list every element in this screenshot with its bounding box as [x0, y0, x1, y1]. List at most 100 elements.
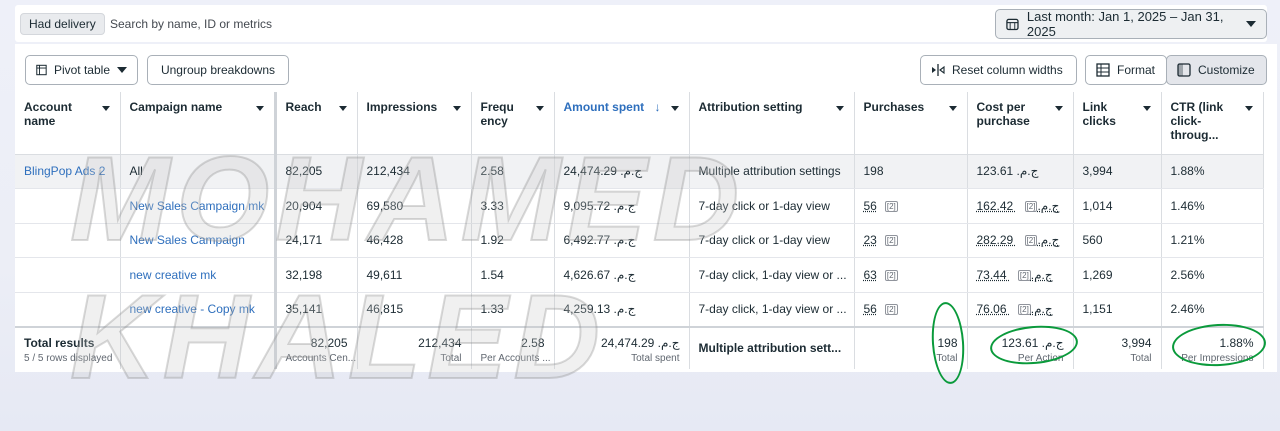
amount-spent-cell: 9,095.72 ج.م.‏: [554, 188, 690, 224]
chevron-down-icon[interactable]: [1244, 106, 1253, 111]
reach-cell: 20,904: [275, 188, 358, 224]
totals-empty-cell: [120, 325, 277, 369]
cost-per-purchase-value[interactable]: 73.44 ج.م.‏: [977, 268, 1053, 282]
ungroup-breakdowns-label: Ungroup breakdowns: [160, 63, 276, 77]
ctr-cell: 1.21%: [1161, 223, 1264, 258]
chevron-down-icon[interactable]: [452, 106, 461, 111]
column-header-amount-spent[interactable]: Amount spent ↓: [554, 92, 690, 155]
total-purchases: 198 Total: [854, 325, 968, 369]
chevron-down-icon[interactable]: [535, 106, 544, 111]
reach-cell: 35,141: [275, 292, 358, 327]
table-row[interactable]: new creative - Copy mk 35,141 46,815 1.3…: [15, 292, 1264, 327]
column-header-impressions[interactable]: Impressions: [357, 92, 472, 155]
column-header-reach[interactable]: Reach: [275, 92, 358, 155]
purchases-cell[interactable]: 23 [2]: [854, 223, 968, 258]
purchases-value[interactable]: 23: [864, 233, 877, 247]
attribution-count-badge: [2]: [884, 269, 898, 281]
column-header-purchases[interactable]: Purchases: [854, 92, 968, 155]
total-reach-caption: Accounts Cen...: [285, 352, 357, 364]
chevron-down-icon[interactable]: [835, 106, 844, 111]
column-header-account-name[interactable]: Account name: [15, 92, 121, 155]
attribution-count-badge: [2]: [1017, 269, 1031, 281]
chevron-down-icon: [117, 67, 127, 73]
pivot-table-icon: [36, 64, 47, 76]
cost-per-purchase-cell[interactable]: 162.42 ج.م.‏[2]: [967, 188, 1074, 224]
amount-spent-cell: 24,474.29 ج.م.‏: [554, 154, 690, 189]
chevron-down-icon[interactable]: [101, 106, 110, 111]
date-range-button[interactable]: Last month: Jan 1, 2025 – Jan 31, 2025: [995, 9, 1267, 39]
total-reach: 82,205 Accounts Cen...: [275, 325, 358, 369]
format-button[interactable]: Format: [1085, 55, 1167, 85]
reset-column-widths-label: Reset column widths: [952, 63, 1063, 77]
purchases-cell[interactable]: 56 [2]: [854, 188, 968, 224]
chevron-down-icon[interactable]: [338, 106, 347, 111]
column-header-campaign-name[interactable]: Campaign name: [120, 92, 277, 155]
report-panel: Pivot table Ungroup breakdowns Reset col…: [15, 44, 1277, 372]
total-ctr: 1.88% Per Impressions: [1161, 325, 1264, 369]
purchases-value[interactable]: 56: [864, 199, 877, 213]
chevron-down-icon[interactable]: [1054, 106, 1063, 111]
total-reach-value: 82,205: [310, 335, 348, 350]
search-input[interactable]: [110, 13, 710, 35]
frequency-cell: 1.54: [471, 257, 555, 293]
attribution-count-badge: [2]: [884, 235, 898, 247]
total-amount-spent: 24,474.29 ج.م.‏ Total spent: [554, 325, 690, 369]
sort-descending-icon[interactable]: ↓: [655, 100, 661, 114]
column-header-attribution-setting[interactable]: Attribution setting: [689, 92, 855, 155]
campaign-name-link[interactable]: New Sales Campaign: [120, 223, 277, 258]
total-cost-caption: Per Action: [1017, 352, 1064, 364]
account-name-link[interactable]: BlingPop Ads 2: [15, 154, 121, 189]
attribution-cell: 7-day click, 1-day view or ...: [689, 257, 855, 293]
table-row[interactable]: New Sales Campaign 24,171 46,428 1.92 6,…: [15, 223, 1264, 258]
table-row[interactable]: New Sales Campaign mk 20,904 69,580 3.33…: [15, 188, 1264, 224]
impressions-cell: 69,580: [357, 188, 472, 224]
column-header-ctr[interactable]: CTR (link click-throug...: [1161, 92, 1264, 155]
cost-per-purchase-value[interactable]: 162.42 ج.م.‏: [977, 199, 1060, 213]
pivot-table-label: Pivot table: [53, 63, 110, 77]
customize-columns-icon: [1177, 63, 1191, 77]
total-ctr-caption: Per Impressions: [1181, 352, 1254, 364]
campaign-name-link[interactable]: new creative - Copy mk: [120, 292, 277, 327]
attribution-count-badge: [2]: [1024, 235, 1038, 247]
cost-per-purchase-cell[interactable]: 73.44 ج.م.‏[2]: [967, 257, 1074, 293]
ungroup-breakdowns-button[interactable]: Ungroup breakdowns: [147, 55, 289, 85]
column-header-cost-per-purchase[interactable]: Cost per purchase: [967, 92, 1074, 155]
cost-per-purchase-value[interactable]: 282.29 ج.م.‏: [977, 233, 1060, 247]
ctr-cell: 1.46%: [1161, 188, 1264, 224]
chevron-down-icon[interactable]: [670, 106, 679, 111]
results-table: Account name Campaign name Reach Impress…: [15, 92, 1264, 369]
attribution-cell: 7-day click or 1-day view: [689, 188, 855, 224]
frequency-cell: 1.92: [471, 223, 555, 258]
amount-spent-cell: 6,492.77 ج.م.‏: [554, 223, 690, 258]
attribution-cell: Multiple attribution settings: [689, 154, 855, 189]
customize-button[interactable]: Customize: [1166, 55, 1267, 85]
totals-label: Total results: [24, 335, 95, 350]
purchases-value[interactable]: 63: [864, 268, 877, 282]
cost-per-purchase-cell[interactable]: 76.06 ج.م.‏[2]: [967, 292, 1074, 327]
purchases-cell[interactable]: 63 [2]: [854, 257, 968, 293]
chevron-down-icon[interactable]: [1142, 106, 1151, 111]
campaign-name-link[interactable]: new creative mk: [120, 257, 277, 293]
campaign-name-link[interactable]: New Sales Campaign mk: [120, 188, 277, 224]
total-impressions-caption: Total: [440, 352, 462, 364]
total-cost-per-purchase: 123.61 ج.م.‏ Per Action: [967, 325, 1074, 369]
total-frequency: 2.58 Per Accounts ...: [471, 325, 555, 369]
chevron-down-icon[interactable]: [255, 106, 264, 111]
filter-chip-had-delivery[interactable]: Had delivery: [20, 13, 105, 35]
column-header-link-clicks[interactable]: Link clicks: [1073, 92, 1162, 155]
cost-per-purchase-cell[interactable]: 282.29 ج.م.‏[2]: [967, 223, 1074, 258]
column-header-frequency[interactable]: Frequ ency: [471, 92, 555, 155]
top-filter-bar: Had delivery Last month: Jan 1, 2025 – J…: [15, 5, 1267, 42]
chevron-down-icon[interactable]: [948, 106, 957, 111]
attribution-cell: 7-day click, 1-day view or ...: [689, 292, 855, 327]
reset-column-widths-button[interactable]: Reset column widths: [920, 55, 1077, 85]
table-row[interactable]: new creative mk 32,198 49,611 1.54 4,626…: [15, 257, 1264, 293]
total-frequency-value: 2.58: [521, 335, 545, 350]
link-clicks-cell: 1,151: [1073, 292, 1162, 327]
campaign-name-cell: All: [120, 154, 277, 189]
purchases-value[interactable]: 56: [864, 302, 877, 316]
purchases-cell[interactable]: 56 [2]: [854, 292, 968, 327]
pivot-table-button[interactable]: Pivot table: [25, 55, 138, 85]
cost-per-purchase-value[interactable]: 76.06 ج.م.‏: [977, 302, 1053, 316]
table-row[interactable]: BlingPop Ads 2 All 82,205 212,434 2.58 2…: [15, 154, 1264, 189]
